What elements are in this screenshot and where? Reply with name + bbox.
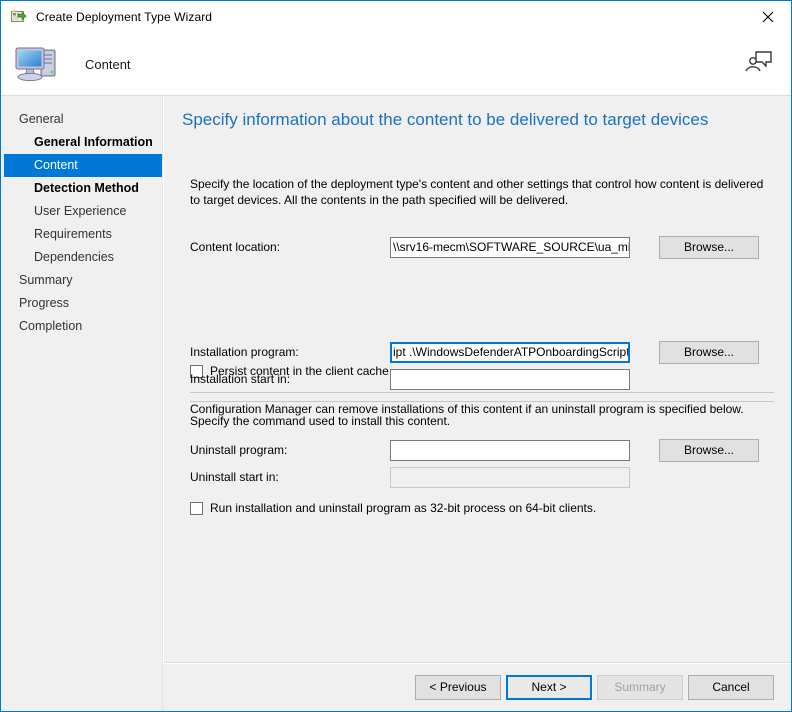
previous-button[interactable]: < Previous <box>415 675 501 700</box>
installation-start-in-row: Installation start in: <box>190 368 630 390</box>
send-feedback-icon[interactable] <box>743 47 773 75</box>
sidebar-item-completion[interactable]: Completion <box>1 315 162 338</box>
cancel-button[interactable]: Cancel <box>688 675 774 700</box>
sidebar-item-general[interactable]: General <box>1 108 162 131</box>
sidebar-item-detection-method[interactable]: Detection Method <box>1 177 162 200</box>
installation-start-in-label: Installation start in: <box>190 372 291 386</box>
uninstall-start-in-input <box>390 466 630 488</box>
wizard-footer: < Previous Next > Summary Cancel <box>163 663 791 711</box>
sidebar-item-summary[interactable]: Summary <box>1 269 162 292</box>
header-title: Content <box>85 56 131 72</box>
installation-program-value: ipt .\WindowsDefenderATPOnboardingScript… <box>393 344 630 359</box>
close-button[interactable] <box>745 1 791 32</box>
deployment-type-icon <box>11 9 27 25</box>
checkbox-box[interactable] <box>190 501 203 515</box>
computer-icon <box>13 42 61 86</box>
content-panel: Specify information about the content to… <box>163 96 791 663</box>
wizard-step-nav: General General Information Content Dete… <box>1 96 163 711</box>
title-bar: Create Deployment Type Wizard <box>1 1 791 33</box>
uninstall-program-input[interactable] <box>390 439 630 461</box>
sidebar-item-requirements[interactable]: Requirements <box>1 223 162 246</box>
summary-button: Summary <box>597 675 683 700</box>
uninstall-start-in-label: Uninstall start in: <box>190 470 279 484</box>
run-32bit-label: Run installation and uninstall program a… <box>210 501 597 515</box>
installation-program-row: Installation program: ipt .\WindowsDefen… <box>190 340 759 364</box>
page-header: Content <box>1 33 791 96</box>
page-description: Specify the location of the deployment t… <box>190 177 764 207</box>
content-location-row: Content location: \\srv16-mecm\SOFTWARE_… <box>190 235 759 259</box>
uninstall-program-browse-button[interactable]: Browse... <box>659 438 759 462</box>
installation-program-browse-button[interactable]: Browse... <box>659 340 759 364</box>
run-32bit-checkbox[interactable]: Run installation and uninstall program a… <box>190 501 596 515</box>
sidebar-item-progress[interactable]: Progress <box>1 292 162 315</box>
content-location-input[interactable]: \\srv16-mecm\SOFTWARE_SOURCE\ua_migrate <box>390 236 630 258</box>
window-title: Create Deployment Type Wizard <box>36 10 213 24</box>
wizard-body: General General Information Content Dete… <box>1 96 791 711</box>
install-section-text: Specify the command used to install this… <box>190 414 451 428</box>
uninstall-start-in-row: Uninstall start in: <box>190 466 630 488</box>
sidebar-item-content[interactable]: Content <box>4 154 162 177</box>
sidebar-item-dependencies[interactable]: Dependencies <box>1 246 162 269</box>
next-button[interactable]: Next > <box>506 675 592 700</box>
content-location-label: Content location: <box>190 240 281 254</box>
panel-wrapper: Specify information about the content to… <box>163 96 791 711</box>
uninstall-section-text: Configuration Manager can remove install… <box>190 402 744 416</box>
section-divider-uninstall <box>190 392 774 393</box>
installation-start-in-input[interactable] <box>390 368 630 390</box>
wizard-window: Create Deployment Type Wizard Content Ge… <box>0 0 792 712</box>
uninstall-program-row: Uninstall program: Browse... <box>190 438 759 462</box>
sidebar-item-user-experience[interactable]: User Experience <box>1 200 162 223</box>
installation-program-input[interactable]: ipt .\WindowsDefenderATPOnboardingScript… <box>390 341 630 363</box>
installation-program-label: Installation program: <box>190 345 299 359</box>
content-location-browse-button[interactable]: Browse... <box>659 235 759 259</box>
sidebar-item-general-information[interactable]: General Information <box>1 131 162 154</box>
page-title: Specify information about the content to… <box>182 110 709 129</box>
uninstall-program-label: Uninstall program: <box>190 443 288 457</box>
